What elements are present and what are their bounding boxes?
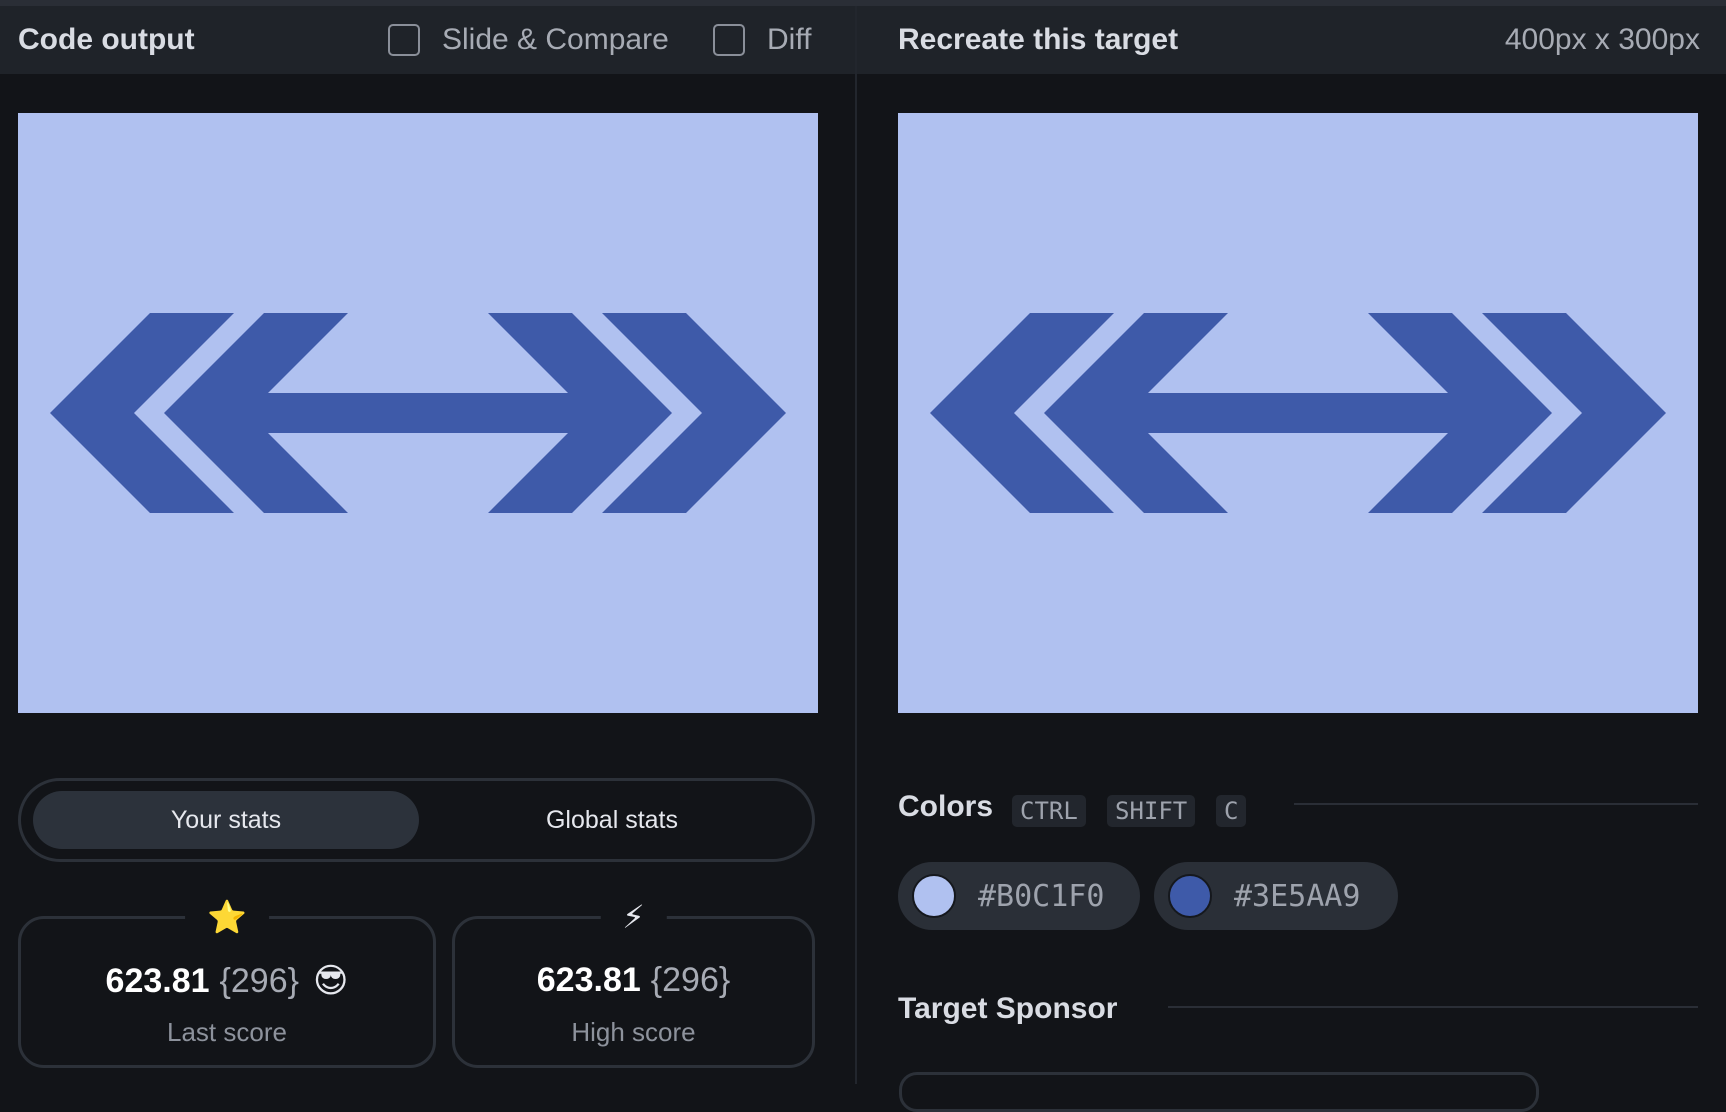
sponsor-card[interactable] [899, 1072, 1539, 1112]
stats-tab-toggle: Your stats Global stats [18, 778, 815, 862]
code-output-header: Code output Slide & Compare Diff [0, 6, 856, 74]
color-dot [1168, 874, 1212, 918]
code-output-panel: Code output Slide & Compare Diff Your st… [0, 6, 856, 1084]
last-score-number: 623.81 [105, 962, 210, 1000]
target-title: Recreate this target [898, 23, 1179, 56]
slide-compare-checkbox[interactable] [388, 24, 420, 56]
tab-global-stats[interactable]: Global stats [419, 791, 805, 849]
slide-compare-toggle[interactable]: Slide & Compare [388, 23, 669, 57]
lightning-icon: ⚡ [600, 897, 667, 937]
high-score-number: 623.81 [536, 961, 641, 999]
last-score-card: ⭐ 623.81 {296} 😎 Last score [18, 897, 436, 1068]
high-score-count: {296} [650, 961, 731, 999]
code-output-title: Code output [18, 23, 195, 56]
color-dot [912, 874, 956, 918]
shortcut-key-ctrl: CTRL [1012, 795, 1086, 827]
target-sponsor-title: Target Sponsor [898, 992, 1118, 1025]
diff-label: Diff [767, 23, 812, 56]
slide-compare-label: Slide & Compare [442, 23, 669, 56]
sunglasses-emoji-icon: 😎 [313, 962, 349, 1000]
target-size-label: 400px x 300px [1504, 23, 1700, 56]
color-swatch-foreground[interactable]: #3E5AA9 [1154, 862, 1398, 930]
shortcut-key-c: C [1216, 795, 1247, 827]
shortcut-key-shift: SHIFT [1107, 795, 1196, 827]
tab-your-stats[interactable]: Your stats [33, 791, 419, 849]
target-double-arrow-graphic [898, 113, 1698, 713]
high-score-value: 623.81 {296} [455, 961, 812, 1000]
star-icon: ⭐ [185, 897, 269, 937]
high-score-card: ⚡ 623.81 {296} High score [452, 897, 815, 1068]
color-hex-label: #B0C1F0 [978, 878, 1105, 914]
sponsor-divider [1168, 1006, 1698, 1008]
code-output-canvas[interactable] [18, 113, 818, 713]
double-arrow-graphic [18, 113, 818, 713]
colors-divider [1294, 803, 1698, 805]
color-hex-label: #3E5AA9 [1234, 878, 1361, 914]
color-swatch-background[interactable]: #B0C1F0 [898, 862, 1140, 930]
high-score-label: High score [571, 1017, 696, 1047]
last-score-value: 623.81 {296} 😎 [21, 961, 433, 1001]
last-score-count: {296} [219, 962, 299, 1000]
target-panel: Recreate this target 400px x 300px Color… [857, 6, 1726, 1112]
diff-checkbox[interactable] [713, 24, 745, 56]
last-score-label: Last score [167, 1017, 287, 1047]
diff-toggle[interactable]: Diff [713, 23, 811, 57]
target-canvas[interactable] [898, 113, 1698, 713]
target-header: Recreate this target 400px x 300px [857, 6, 1726, 74]
colors-section-title: Colors [898, 790, 994, 823]
